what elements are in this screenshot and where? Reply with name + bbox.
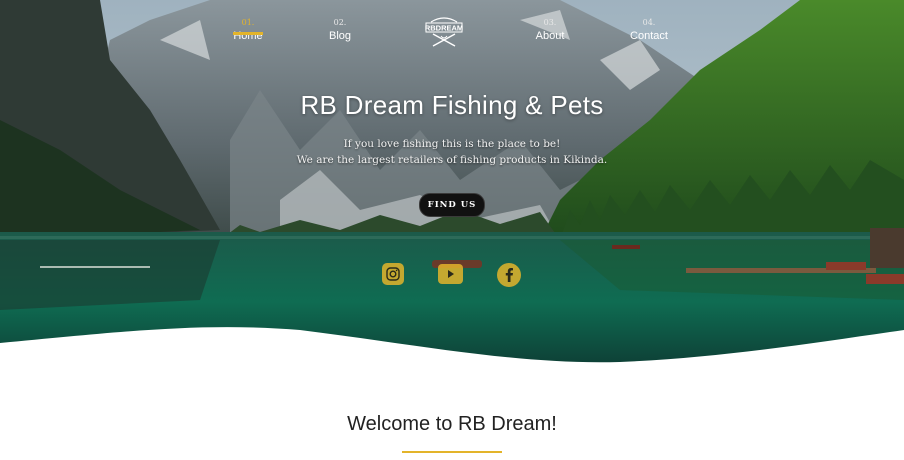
site-logo[interactable]: RBDREAM [423,12,465,50]
hero-section: 01. Home 02. Blog RBDREAM 03. About 04. … [0,0,904,370]
nav-number: 02. [333,18,347,27]
youtube-icon [438,264,463,284]
active-indicator [233,32,263,35]
nav-label: Blog [328,30,352,42]
nav-label: Contact [630,30,668,42]
nav-label: About [535,30,565,42]
welcome-underline [402,451,502,453]
hero-subtitle-line1: If you love fishing this is the place to… [343,138,561,150]
facebook-icon [497,263,521,287]
youtube-link[interactable] [438,264,463,289]
top-navigation: 01. Home 02. Blog RBDREAM 03. About 04. … [0,0,904,60]
find-us-button[interactable]: FIND US [419,193,485,217]
hero-title: RB Dream Fishing & Pets [300,90,604,120]
hero-subtitle-line2: We are the largest retailers of fishing … [296,154,608,166]
instagram-link[interactable] [382,263,404,290]
logo-emblem-icon: RBDREAM [425,17,463,47]
nav-number: 04. [642,18,656,27]
logo-text: RBDREAM [425,24,463,33]
facebook-link[interactable] [496,262,522,293]
welcome-heading: Welcome to RB Dream! [347,413,557,435]
nav-number: 03. [543,18,557,27]
nav-number: 01. [241,18,255,27]
nav-about[interactable]: 03. About [535,18,565,42]
instagram-icon [382,263,404,285]
nav-home[interactable]: 01. Home [233,18,263,42]
nav-contact[interactable]: 04. Contact [628,18,670,42]
nav-blog[interactable]: 02. Blog [328,18,352,42]
